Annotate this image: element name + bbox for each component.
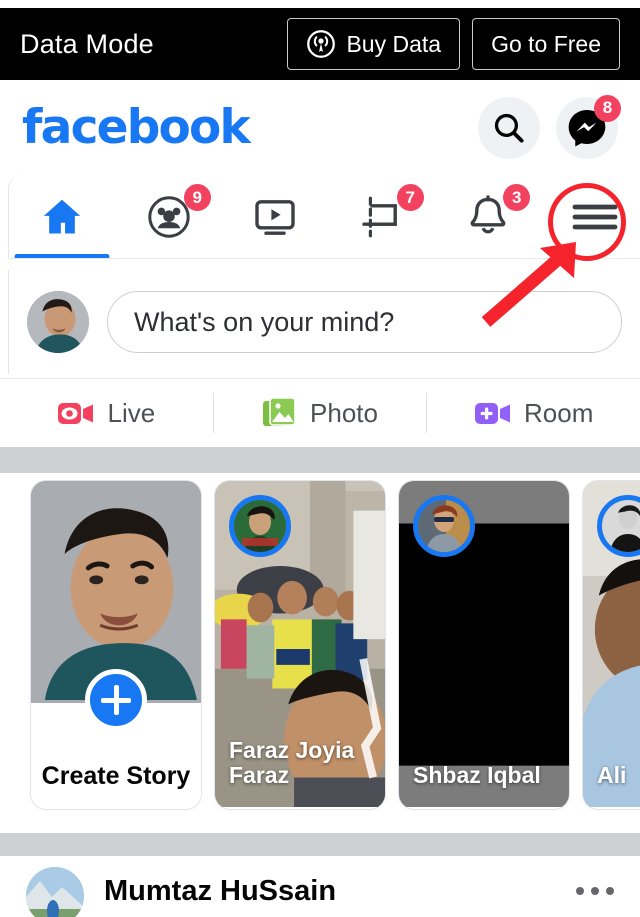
composer-actions: Live Photo Room xyxy=(0,379,640,447)
story-name: Ali xyxy=(597,762,627,789)
data-mode-title: Data Mode xyxy=(20,28,154,59)
story-avatar xyxy=(602,500,640,552)
story-avatar xyxy=(418,500,470,552)
story-avatar xyxy=(234,500,286,552)
room-button[interactable]: Room xyxy=(427,379,640,447)
post-composer: What's on your mind? xyxy=(8,270,640,374)
story-name: Shbaz Iqbal xyxy=(413,762,541,789)
facebook-logo[interactable]: facebook xyxy=(22,100,251,155)
buy-data-label: Buy Data xyxy=(346,30,442,57)
story-avatar-ring xyxy=(229,495,291,557)
tab-watch[interactable] xyxy=(222,175,329,259)
post-more-options-button[interactable] xyxy=(576,886,614,895)
live-label: Live xyxy=(107,397,156,428)
post-author-avatar[interactable] xyxy=(26,866,84,917)
hamburger-menu-icon xyxy=(572,204,618,230)
stories-tray[interactable]: Create Story Faraz Joyia Faraz Shbaz Iqb… xyxy=(0,480,640,820)
photo-button[interactable]: Photo xyxy=(214,379,427,447)
navigation-tabs: 9 7 3 xyxy=(8,175,640,259)
search-icon xyxy=(494,113,524,143)
data-mode-bar: Data Mode Buy Data Go to Free xyxy=(0,8,640,80)
section-separator-bottom xyxy=(0,833,640,856)
composer-input[interactable]: What's on your mind? xyxy=(107,291,622,353)
story-name: Faraz Joyia Faraz xyxy=(229,736,355,789)
story-avatar-ring xyxy=(597,495,640,557)
buy-data-button[interactable]: Buy Data xyxy=(287,18,461,70)
facebook-mobile-screen: Data Mode Buy Data Go to Free facebook 8… xyxy=(0,0,640,917)
more-options-icon xyxy=(606,886,614,895)
tab-friends[interactable]: 9 xyxy=(116,175,223,259)
post-author-name: Mumtaz HuSsain xyxy=(104,875,337,907)
facebook-header: facebook 8 xyxy=(0,80,640,175)
more-options-icon xyxy=(591,886,599,895)
messenger-button[interactable]: 8 xyxy=(556,94,621,159)
go-to-free-label: Go to Free xyxy=(491,30,601,57)
tab-menu[interactable] xyxy=(542,175,640,259)
go-to-free-button[interactable]: Go to Free xyxy=(472,18,620,70)
tab-marketplace[interactable]: 7 xyxy=(329,175,436,259)
section-separator-top xyxy=(0,447,640,473)
user-avatar[interactable] xyxy=(27,291,89,353)
post-avatar-photo xyxy=(26,866,84,917)
feed-post: Mumtaz HuSsain xyxy=(0,856,640,917)
marketplace-badge: 7 xyxy=(396,184,424,211)
user-photo xyxy=(31,481,201,701)
nav-divider xyxy=(8,258,640,259)
home-icon xyxy=(44,199,81,234)
tab-notifications[interactable]: 3 xyxy=(435,175,542,259)
create-story-label: Create Story xyxy=(41,762,191,790)
create-story-plus-button[interactable] xyxy=(85,669,147,731)
live-video-icon xyxy=(58,402,94,424)
story-avatar-ring xyxy=(413,495,475,557)
video-icon xyxy=(255,200,295,235)
create-story-card[interactable]: Create Story xyxy=(30,480,202,810)
story-card[interactable]: Shbaz Iqbal xyxy=(398,480,570,810)
data-mode-buttons: Buy Data Go to Free xyxy=(287,18,620,70)
room-camera-icon xyxy=(475,402,510,424)
messenger-badge: 8 xyxy=(594,94,621,122)
more-options-icon xyxy=(576,886,584,895)
tab-home[interactable] xyxy=(9,175,116,259)
search-button[interactable] xyxy=(478,96,540,159)
story-card[interactable]: Ali xyxy=(582,480,640,810)
photo-icon xyxy=(263,397,296,426)
broadcast-icon xyxy=(307,30,336,58)
live-button[interactable]: Live xyxy=(0,379,213,447)
notifications-badge: 3 xyxy=(503,184,531,211)
avatar-photo xyxy=(27,291,89,353)
story-card[interactable]: Faraz Joyia Faraz xyxy=(214,480,386,810)
room-label: Room xyxy=(524,397,594,428)
header-actions: 8 xyxy=(478,94,621,159)
photo-label: Photo xyxy=(310,397,378,428)
friends-badge: 9 xyxy=(183,184,211,211)
